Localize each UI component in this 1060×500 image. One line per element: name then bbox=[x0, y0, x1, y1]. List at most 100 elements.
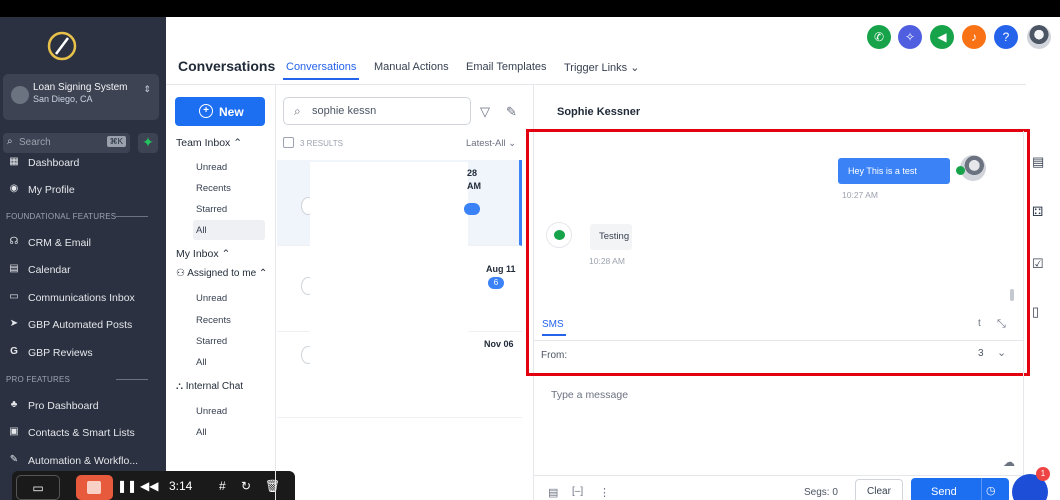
conversation-search[interactable]: ⌕ bbox=[283, 97, 471, 125]
assigned-unread[interactable]: Unread bbox=[193, 288, 265, 308]
contacts-icon: ▣ bbox=[9, 426, 19, 437]
tab-conversations[interactable]: Conversations bbox=[286, 61, 356, 73]
person-icon: ⚇ bbox=[176, 268, 185, 279]
compose-icon[interactable]: ✎ bbox=[506, 104, 517, 120]
tab-email-templates[interactable]: Email Templates bbox=[466, 61, 547, 73]
support-chat-badge: 1 bbox=[1036, 467, 1050, 481]
conversation-search-input[interactable] bbox=[312, 103, 462, 119]
notes-icon[interactable]: ▯ bbox=[1032, 304, 1039, 320]
row1-date: 28 bbox=[467, 168, 478, 178]
my-inbox-label: My Inbox bbox=[176, 248, 219, 260]
assigned-recents[interactable]: Recents bbox=[193, 310, 265, 330]
send-button-divider bbox=[981, 478, 982, 500]
announcement-icon[interactable]: ◀ bbox=[930, 25, 954, 49]
schedule-clock-icon[interactable]: ◷ bbox=[986, 484, 996, 497]
sidebar-item-contacts[interactable]: ▣ Contacts & Smart Lists bbox=[0, 422, 166, 444]
message-input[interactable]: Type a message bbox=[551, 389, 628, 401]
grid-icon[interactable]: # bbox=[219, 479, 226, 493]
cloud-icon[interactable]: ☁ bbox=[1003, 455, 1015, 469]
chevron-up-icon: ⌃ bbox=[233, 137, 243, 149]
chevron-down-icon: ⌄ bbox=[630, 62, 640, 74]
quick-add-button[interactable]: ✦ bbox=[138, 133, 158, 153]
team-inbox-toggle[interactable]: Team Inbox ⌃ bbox=[176, 137, 242, 149]
megaphone-icon[interactable]: ✧ bbox=[898, 25, 922, 49]
sidebar-item-pro-dashboard[interactable]: ♣ Pro Dashboard bbox=[0, 395, 166, 417]
sidebar-search-placeholder: Search bbox=[19, 137, 51, 148]
sidebar-item-label: Contacts & Smart Lists bbox=[28, 427, 135, 439]
filter-icon[interactable]: ▽ bbox=[480, 104, 490, 120]
sidebar-item-calendar[interactable]: ▤ Calendar bbox=[0, 259, 166, 281]
clear-button[interactable]: Clear bbox=[855, 479, 903, 500]
sidebar-search[interactable]: ⌕ Search ⌘K bbox=[3, 133, 130, 153]
rewind-icon[interactable]: ◀◀ bbox=[140, 479, 158, 493]
more-vertical-icon[interactable]: ⋮ bbox=[599, 486, 610, 499]
send-button[interactable]: Send ◷ bbox=[911, 478, 1009, 500]
team-all[interactable]: All bbox=[193, 220, 265, 240]
sidebar-item-crm[interactable]: ☊ CRM & Email bbox=[0, 232, 166, 254]
phone-icon[interactable]: ✆ bbox=[867, 25, 891, 49]
section-pro: PRO FEATURES bbox=[6, 375, 149, 384]
sidebar-item-communications-inbox[interactable]: ▭ Communications Inbox bbox=[0, 287, 166, 309]
chat-plus-icon: + bbox=[199, 104, 213, 118]
sidebar-item-my-profile[interactable]: ◉ My Profile bbox=[0, 179, 166, 201]
camera-icon[interactable]: ▭ bbox=[16, 475, 60, 500]
sort-dropdown[interactable]: Latest-All ⌄ bbox=[466, 138, 516, 149]
search-icon: ⌕ bbox=[7, 136, 13, 147]
attachment-icon[interactable]: ▤ bbox=[548, 486, 558, 499]
user-avatar[interactable] bbox=[1027, 25, 1051, 49]
new-conversation-button[interactable]: + New bbox=[175, 97, 265, 126]
restart-icon[interactable]: ↻ bbox=[241, 479, 251, 493]
stop-recording-button[interactable] bbox=[76, 475, 113, 500]
automation-icon: ✎ bbox=[9, 454, 19, 465]
calendar-icon[interactable]: ▤ bbox=[1032, 154, 1044, 170]
assigned-label: Assigned to me bbox=[187, 268, 257, 279]
internal-chat-toggle[interactable]: ⛬ Internal Chat bbox=[176, 381, 243, 392]
profile-icon: ◉ bbox=[9, 183, 19, 194]
sidebar-item-dashboard[interactable]: ▦ Dashboard bbox=[0, 152, 166, 174]
sidebar-item-label: Automation & Workflo... bbox=[28, 455, 139, 467]
template-icon[interactable]: [–] bbox=[572, 486, 583, 497]
page-title: Conversations bbox=[178, 58, 276, 74]
my-inbox-toggle[interactable]: My Inbox ⌃ bbox=[176, 248, 230, 260]
assigned-to-me-toggle[interactable]: ⚇ Assigned to me ⌃ bbox=[176, 268, 267, 279]
task-icon[interactable]: ☑ bbox=[1032, 256, 1044, 272]
row1-time: AM bbox=[467, 181, 481, 191]
tab-trigger-links[interactable]: Trigger Links ⌄ bbox=[564, 61, 639, 74]
chevron-updown-icon: ⇕ bbox=[143, 84, 151, 94]
assigned-all[interactable]: All bbox=[193, 352, 265, 372]
pro-dashboard-icon: ♣ bbox=[10, 399, 18, 410]
sidebar-item-label: Dashboard bbox=[28, 157, 80, 169]
new-button-label: New bbox=[219, 105, 244, 119]
account-location: San Diego, CA bbox=[33, 94, 93, 104]
assigned-starred[interactable]: Starred bbox=[193, 331, 265, 351]
sidebar-item-gbp-posts[interactable]: ➤ GBP Automated Posts bbox=[0, 314, 166, 336]
select-all-checkbox[interactable] bbox=[283, 137, 294, 148]
sort-label: Latest-All bbox=[466, 138, 506, 149]
recording-timer: 3:14 bbox=[169, 479, 193, 493]
pause-icon[interactable]: ❚❚ bbox=[117, 479, 137, 493]
chevron-up-icon: ⌃ bbox=[258, 268, 268, 279]
contact-details-icon[interactable]: ⚃ bbox=[1032, 204, 1043, 220]
trash-icon[interactable]: 🗑 bbox=[265, 479, 280, 493]
internal-all[interactable]: All bbox=[193, 422, 265, 442]
tab-label: Trigger Links bbox=[564, 62, 628, 74]
sidebar-item-automation[interactable]: ✎ Automation & Workflo... bbox=[0, 450, 166, 472]
sidebar-item-label: My Profile bbox=[28, 184, 75, 196]
send-icon: ➤ bbox=[9, 318, 19, 329]
video-letterbox-bar bbox=[0, 0, 1060, 17]
team-recents[interactable]: Recents bbox=[193, 178, 265, 198]
brand-logo-icon bbox=[47, 31, 77, 61]
account-switcher[interactable]: Loan Signing System San Diego, CA ⇕ bbox=[3, 74, 159, 120]
help-icon[interactable]: ? bbox=[994, 25, 1018, 49]
active-tab-indicator bbox=[283, 78, 359, 80]
team-starred[interactable]: Starred bbox=[193, 199, 265, 219]
bell-icon[interactable]: ♪ bbox=[962, 25, 986, 49]
sidebar-item-gbp-reviews[interactable]: G GBP Reviews bbox=[0, 342, 166, 364]
sidebar-item-label: Pro Dashboard bbox=[28, 400, 99, 412]
team-unread[interactable]: Unread bbox=[193, 157, 265, 177]
tab-manual-actions[interactable]: Manual Actions bbox=[374, 61, 449, 73]
composer-footer-divider bbox=[533, 475, 1023, 476]
sidebar-item-label: Calendar bbox=[28, 264, 71, 276]
internal-unread[interactable]: Unread bbox=[193, 401, 265, 421]
row1-unread-badge bbox=[464, 203, 480, 215]
